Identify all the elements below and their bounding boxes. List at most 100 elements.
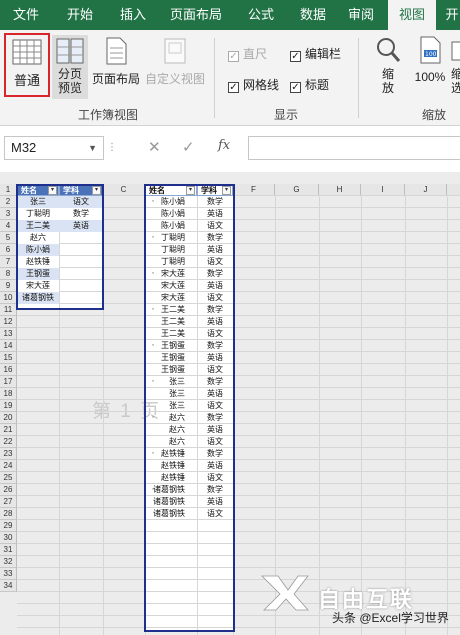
- gridline: [361, 196, 362, 635]
- page-break-preview-button[interactable]: 分页 预览: [52, 35, 88, 99]
- headings-checkbox[interactable]: ✓ 标题: [290, 76, 329, 93]
- tab-insert[interactable]: 插入: [108, 0, 158, 30]
- tab-home[interactable]: 开始: [52, 0, 108, 30]
- tab-developer[interactable]: 开: [440, 0, 460, 30]
- tab-file[interactable]: 文件: [0, 0, 52, 30]
- row-header[interactable]: 4: [0, 220, 17, 232]
- row-header[interactable]: 7: [0, 256, 17, 268]
- gridline: [17, 507, 460, 508]
- page-break-preview-label-1: 分页: [57, 67, 82, 81]
- zoom-button[interactable]: 缩 放: [370, 36, 406, 102]
- normal-view-icon: [12, 39, 42, 65]
- custom-views-button[interactable]: 自定义视图: [144, 35, 206, 89]
- row-header[interactable]: 23: [0, 448, 17, 460]
- zoom-100-button[interactable]: 100 100%: [410, 36, 450, 90]
- formula-input[interactable]: [248, 136, 460, 160]
- row-header[interactable]: 13: [0, 328, 17, 340]
- zoom-selection-icon: [451, 41, 460, 61]
- zoom-to-selection-button[interactable]: 缩 选: [450, 36, 460, 102]
- row-header[interactable]: 28: [0, 508, 17, 520]
- name-box[interactable]: M32 ▼: [4, 136, 104, 160]
- row-header[interactable]: 9: [0, 280, 17, 292]
- gridline: [17, 579, 460, 580]
- gridline: [17, 567, 460, 568]
- gridline: [17, 543, 460, 544]
- row-header[interactable]: 14: [0, 340, 17, 352]
- row-header[interactable]: 12: [0, 316, 17, 328]
- row-header[interactable]: 31: [0, 544, 17, 556]
- gridline: [17, 399, 460, 400]
- row-header[interactable]: 32: [0, 556, 17, 568]
- ribbon-separator: [214, 38, 215, 118]
- row-header[interactable]: 11: [0, 304, 17, 316]
- row-header[interactable]: 5: [0, 232, 17, 244]
- row-header[interactable]: 27: [0, 496, 17, 508]
- tab-data[interactable]: 数据: [288, 0, 338, 30]
- group-workbook-views-label: 工作簿视图: [77, 108, 138, 122]
- chevron-down-icon[interactable]: ▼: [88, 137, 97, 159]
- custom-views-icon: [164, 38, 186, 64]
- tab-review[interactable]: 审阅: [338, 0, 384, 30]
- tab-page-layout[interactable]: 页面布局: [158, 0, 234, 30]
- row-header[interactable]: 16: [0, 364, 17, 376]
- row-header[interactable]: 8: [0, 268, 17, 280]
- row-header[interactable]: 3: [0, 208, 17, 220]
- check-icon: ✓: [290, 82, 301, 93]
- row-header[interactable]: 1: [0, 184, 17, 196]
- row-header[interactable]: 10: [0, 292, 17, 304]
- gridline: [17, 555, 460, 556]
- cancel-icon[interactable]: ✕: [148, 138, 161, 156]
- gridline: [17, 531, 460, 532]
- zoom-100-icon: 100: [420, 36, 441, 64]
- row-header[interactable]: 18: [0, 388, 17, 400]
- custom-views-label: 自定义视图: [144, 72, 205, 86]
- row-header[interactable]: 34: [0, 580, 17, 592]
- normal-view-button[interactable]: 普通: [4, 33, 50, 97]
- headings-label: 标题: [305, 78, 330, 92]
- enter-icon[interactable]: ✓: [182, 138, 195, 156]
- gridline: [17, 363, 460, 364]
- gridline: [319, 196, 320, 635]
- ribbon-separator: [358, 38, 359, 118]
- row-header[interactable]: 21: [0, 424, 17, 436]
- row-header[interactable]: 29: [0, 520, 17, 532]
- row-header[interactable]: 26: [0, 484, 17, 496]
- row-header[interactable]: 20: [0, 412, 17, 424]
- row-header[interactable]: 30: [0, 532, 17, 544]
- gridline: [405, 196, 406, 635]
- zoom-label-2: 放: [381, 81, 394, 95]
- magnifier-icon: [377, 38, 401, 62]
- tab-formulas[interactable]: 公式: [234, 0, 288, 30]
- worksheet-grid[interactable]: 第 1 页 A B C D E F G H I J 12345678910111…: [0, 172, 460, 635]
- print-area-border-main: [144, 184, 235, 632]
- row-header[interactable]: 22: [0, 436, 17, 448]
- group-zoom-label: 缩放: [421, 108, 446, 122]
- row-header[interactable]: 15: [0, 352, 17, 364]
- gridline: [17, 447, 460, 448]
- tab-view[interactable]: 视图: [388, 0, 436, 30]
- insert-function-icon[interactable]: fx: [218, 138, 230, 153]
- gridlines-checkbox[interactable]: ✓ 网格线: [228, 76, 279, 93]
- gridline: [17, 315, 460, 316]
- gridline: [17, 627, 460, 628]
- name-box-value: M32: [11, 140, 37, 155]
- gridline: [17, 387, 460, 388]
- row-header[interactable]: 6: [0, 244, 17, 256]
- row-header[interactable]: 24: [0, 460, 17, 472]
- page-layout-view-button[interactable]: 页面布局: [90, 35, 142, 89]
- row-header[interactable]: 33: [0, 568, 17, 580]
- gridline: [17, 423, 460, 424]
- row-header[interactable]: 17: [0, 376, 17, 388]
- ruler-checkbox[interactable]: ✓ 直尺: [228, 45, 267, 62]
- gridline: [17, 471, 460, 472]
- row-header[interactable]: 25: [0, 472, 17, 484]
- watermark-credit: 头条 @Excel学习世界: [332, 611, 449, 625]
- row-header[interactable]: 19: [0, 400, 17, 412]
- row-header[interactable]: 2: [0, 196, 17, 208]
- gridline: [17, 483, 460, 484]
- gridline: [17, 459, 460, 460]
- check-icon: ✓: [228, 51, 239, 62]
- gridline: [17, 519, 460, 520]
- formula-bar-checkbox[interactable]: ✓ 编辑栏: [290, 45, 341, 62]
- gridline: [17, 411, 460, 412]
